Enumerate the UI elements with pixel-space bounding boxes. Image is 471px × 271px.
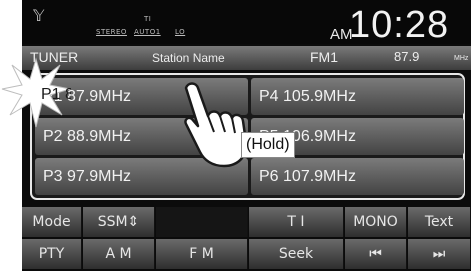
text-button[interactable]: Text: [408, 207, 471, 237]
next-icon[interactable]: ⏭: [408, 239, 471, 269]
stereo-indicator: STEREO: [96, 28, 127, 36]
am-button[interactable]: A M: [83, 239, 155, 269]
ssm-button[interactable]: SSM⇕: [83, 207, 155, 237]
band-label: FM1: [310, 49, 338, 65]
previous-icon[interactable]: ⏮: [345, 239, 407, 269]
clock: 10:28: [349, 4, 450, 46]
frequency-readout: 87.9: [394, 49, 420, 64]
mono-button[interactable]: MONO: [345, 207, 407, 237]
status-bar: 𝕐 TI STEREO AUTO1 LO AM 10:28: [22, 0, 471, 46]
frequency-unit: MHz: [454, 55, 469, 62]
tuner-header: TUNER Station Name FM1 87.9 MHz: [22, 46, 471, 70]
seek-button[interactable]: Seek: [249, 239, 344, 269]
pty-button[interactable]: PTY: [22, 239, 82, 269]
lo-indicator: LO: [175, 28, 186, 36]
antenna-icon: 𝕐: [33, 6, 45, 25]
hold-callout: (Hold): [241, 132, 295, 158]
mode-button[interactable]: Mode: [22, 207, 82, 237]
function-row-1: Mode SSM⇕ T I MONO Text: [22, 206, 471, 238]
station-name: Station Name: [152, 51, 225, 65]
preset-button-p6[interactable]: P6 107.9MHz: [251, 158, 464, 195]
empty-button-slot: [156, 207, 248, 237]
ti-button[interactable]: T I: [249, 207, 344, 237]
preset-button-p4[interactable]: P4 105.9MHz: [251, 78, 464, 115]
function-row-2: PTY A M F M Seek ⏮ ⏭: [22, 238, 471, 270]
ti-indicator: TI: [144, 15, 152, 23]
preset-p1-overlay-label: P1 87.9MHz: [41, 86, 71, 103]
auto-indicator: AUTO1: [134, 28, 161, 36]
fm-button[interactable]: F M: [156, 239, 248, 269]
